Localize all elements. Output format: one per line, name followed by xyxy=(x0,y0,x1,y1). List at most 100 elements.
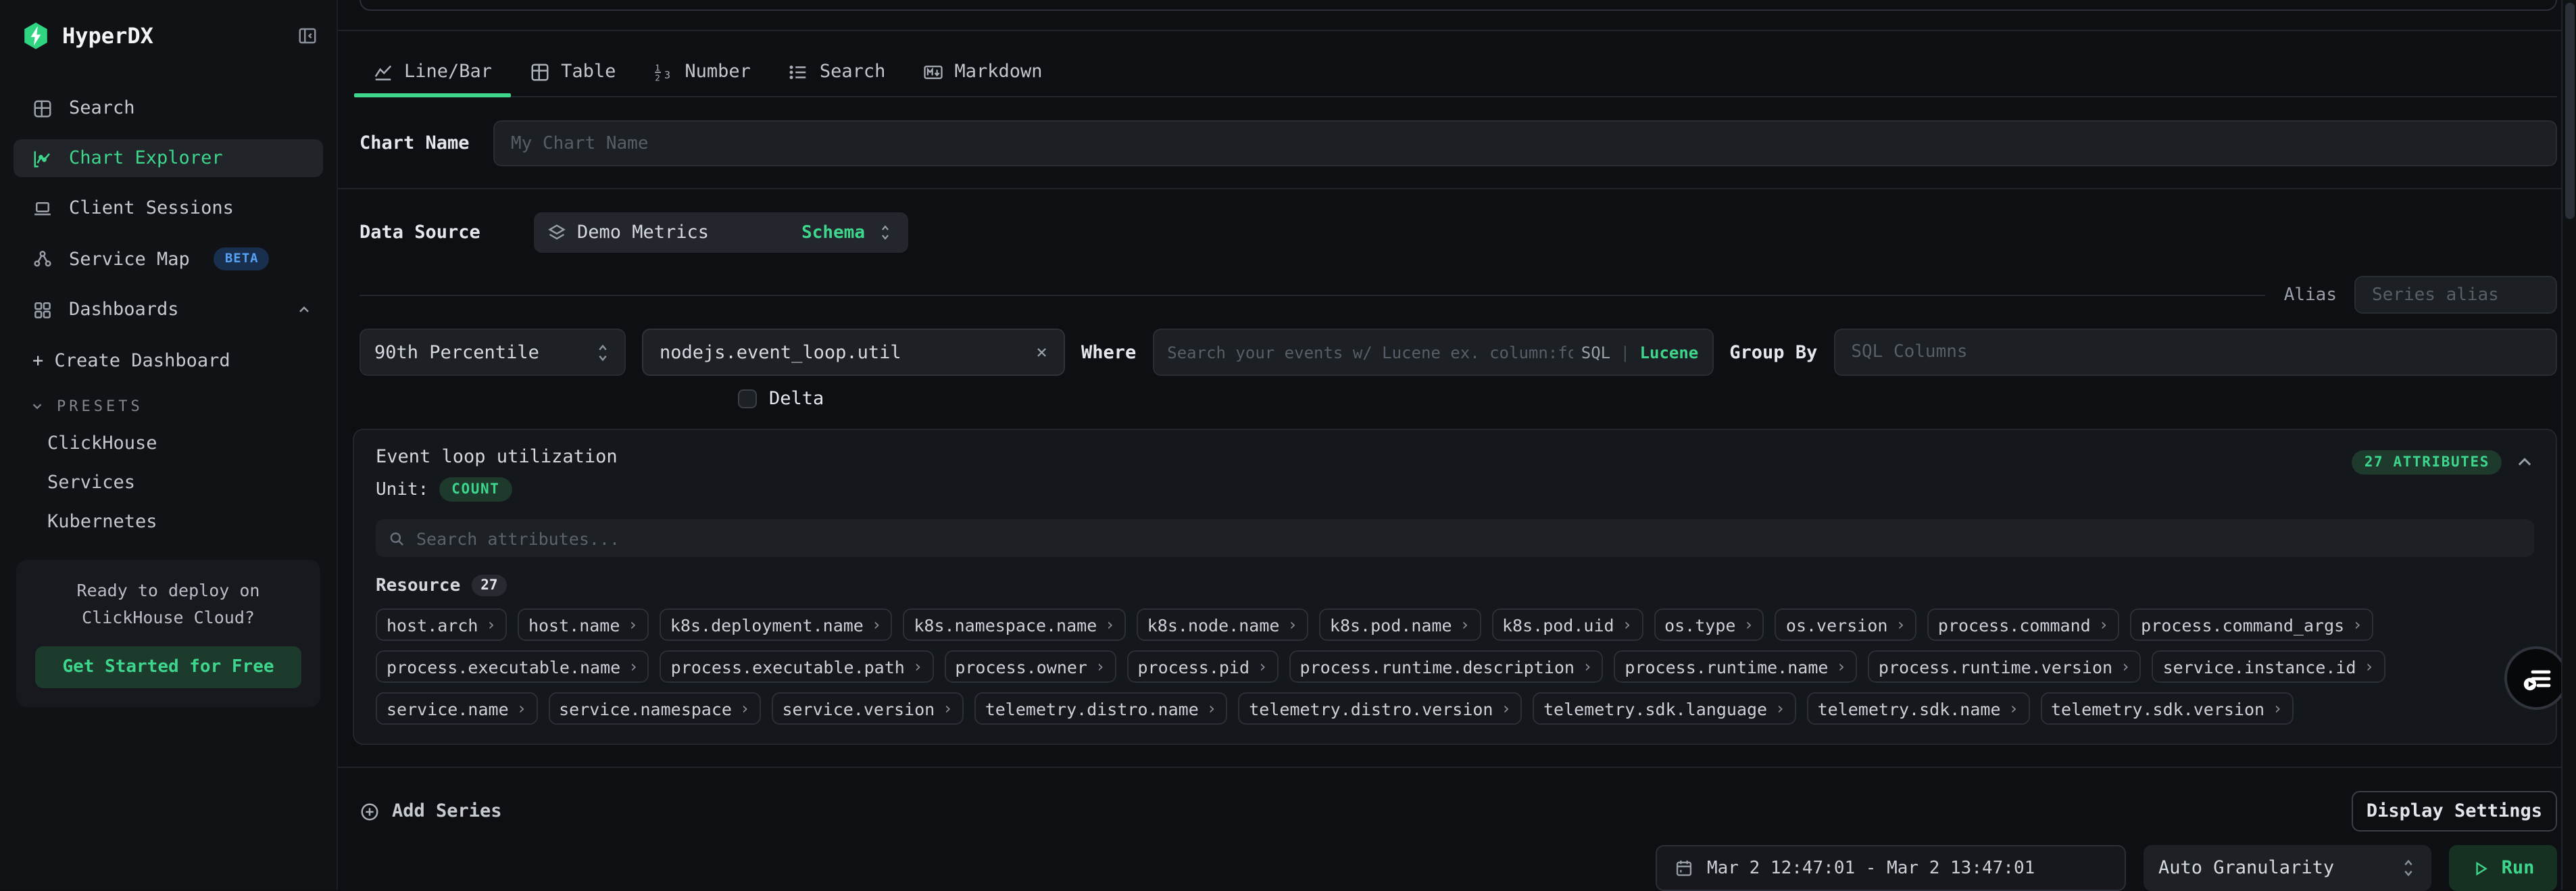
attribute-chip[interactable]: telemetry.distro.version › xyxy=(1238,692,1522,725)
granularity-select[interactable]: Auto Granularity xyxy=(2144,845,2431,891)
chevron-updown-icon xyxy=(2400,857,2417,879)
attribute-chip[interactable]: telemetry.sdk.version › xyxy=(2040,692,2294,725)
delta-row: Delta xyxy=(738,388,2561,410)
aggregation-select[interactable]: 90th Percentile xyxy=(360,329,626,376)
attribute-chip-label: service.version xyxy=(782,698,935,719)
number-123-icon: 1 2 3 xyxy=(653,62,674,82)
sidebar-item-service-map[interactable]: Service Map BETA xyxy=(14,239,323,279)
attribute-chip[interactable]: process.runtime.description › xyxy=(1289,650,1604,683)
sidebar-item-search[interactable]: Search xyxy=(14,89,323,127)
presets-header[interactable]: PRESETS xyxy=(30,398,337,415)
create-dashboard-button[interactable]: + Create Dashboard xyxy=(32,350,337,372)
beta-badge: BETA xyxy=(214,247,270,270)
attribute-chip[interactable]: process.runtime.name › xyxy=(1614,650,1857,683)
chevron-right-icon: › xyxy=(2364,657,2374,676)
display-settings-button[interactable]: Display Settings xyxy=(2352,791,2557,832)
markdown-icon xyxy=(923,62,943,82)
attribute-chip[interactable]: k8s.namespace.name › xyxy=(903,608,1125,641)
sql-option[interactable]: SQL xyxy=(1581,343,1610,362)
attribute-chip[interactable]: process.executable.path › xyxy=(660,650,934,683)
preset-item[interactable]: Services xyxy=(47,472,337,493)
attribute-chip[interactable]: process.executable.name › xyxy=(376,650,649,683)
attribute-chip[interactable]: process.owner › xyxy=(944,650,1116,683)
attributes-search-field[interactable] xyxy=(376,519,2534,557)
scrollbar-thumb[interactable] xyxy=(2565,3,2575,219)
attribute-chip-label: host.name xyxy=(528,615,620,635)
run-button[interactable]: Run xyxy=(2449,845,2557,891)
chart-name-row: Chart Name xyxy=(360,120,2557,166)
tab-search[interactable]: Search xyxy=(770,49,905,96)
attribute-chip[interactable]: process.pid › xyxy=(1126,650,1278,683)
attribute-chip[interactable]: process.command_args › xyxy=(2130,608,2373,641)
presets-list: ClickHouse Services Kubernetes xyxy=(0,433,337,533)
bottom-bar: Mar 2 12:47:01 - Mar 2 13:47:01 Auto Gra… xyxy=(360,845,2557,891)
attribute-chip[interactable]: process.runtime.version › xyxy=(1868,650,2141,683)
sidebar-collapse-icon[interactable] xyxy=(297,26,318,46)
tab-number[interactable]: 1 2 3 Number xyxy=(635,49,770,96)
metric-field[interactable]: nodejs.event_loop.util × xyxy=(642,329,1065,376)
get-started-button[interactable]: Get Started for Free xyxy=(35,646,301,688)
delta-checkbox[interactable] xyxy=(738,389,757,408)
schema-link[interactable]: Schema xyxy=(801,222,865,243)
attribute-chip-label: service.namespace xyxy=(559,698,732,719)
sidebar-item-dashboards[interactable]: Dashboards xyxy=(14,291,323,329)
dashboards-icon xyxy=(32,299,53,320)
chevron-right-icon: › xyxy=(486,615,495,634)
tab-markdown[interactable]: Markdown xyxy=(904,49,1061,96)
calendar-icon xyxy=(1675,859,1693,877)
data-source-select[interactable]: Demo Metrics Schema xyxy=(534,212,908,253)
sidebar-item-chart-explorer[interactable]: Chart Explorer xyxy=(14,139,323,177)
chart-name-input[interactable] xyxy=(493,120,2557,166)
attribute-chip[interactable]: os.version › xyxy=(1775,608,1916,641)
sidebar: HyperDX Search Char xyxy=(0,0,338,890)
remove-metric-button[interactable]: × xyxy=(1036,341,1047,363)
attribute-chip[interactable]: telemetry.sdk.name › xyxy=(1807,692,2029,725)
chevron-right-icon: › xyxy=(1105,615,1114,634)
series-alias-input[interactable] xyxy=(2354,276,2557,314)
attribute-chip-label: host.arch xyxy=(387,615,478,635)
lucene-option[interactable]: Lucene xyxy=(1640,343,1699,362)
attribute-chip[interactable]: host.arch › xyxy=(376,608,507,641)
where-search-field[interactable]: SQL | Lucene xyxy=(1152,329,1713,376)
chevron-right-icon: › xyxy=(517,699,526,718)
where-label: Where xyxy=(1081,341,1136,363)
attribute-chip[interactable]: k8s.node.name › xyxy=(1137,608,1308,641)
vertical-scrollbar xyxy=(2561,0,2576,890)
tab-label: Number xyxy=(685,61,751,82)
attribute-chip[interactable]: k8s.deployment.name › xyxy=(660,608,892,641)
attributes-search-input[interactable] xyxy=(416,528,2522,548)
attribute-chip[interactable]: service.instance.id › xyxy=(2152,650,2385,683)
tab-table[interactable]: Table xyxy=(511,49,635,96)
attribute-chip[interactable]: host.name › xyxy=(518,608,649,641)
attribute-chip[interactable]: process.command › xyxy=(1927,608,2119,641)
tab-line-bar[interactable]: Line/Bar xyxy=(354,49,511,96)
chevron-right-icon: › xyxy=(2009,699,2018,718)
attribute-chip[interactable]: os.type › xyxy=(1654,608,1764,641)
attribute-chip[interactable]: k8s.pod.name › xyxy=(1319,608,1481,641)
add-series-button[interactable]: Add Series xyxy=(360,800,502,822)
data-source-row: Data Source Demo Metrics Schema xyxy=(360,212,2557,253)
attribute-chip[interactable]: service.namespace › xyxy=(548,692,760,725)
attribute-chip[interactable]: service.name › xyxy=(376,692,537,725)
attribute-chip[interactable]: telemetry.sdk.language › xyxy=(1533,692,1796,725)
changelog-widget-button[interactable] xyxy=(2504,646,2568,710)
chevron-updown-icon xyxy=(595,341,611,363)
preset-item[interactable]: ClickHouse xyxy=(47,433,337,454)
chevron-right-icon: › xyxy=(2121,657,2130,676)
sidebar-nav: Search Chart Explorer Client Sessions xyxy=(0,89,337,329)
where-search-input[interactable] xyxy=(1167,343,1573,362)
chart-explorer-icon xyxy=(32,148,53,168)
attribute-chip[interactable]: service.version › xyxy=(771,692,963,725)
panel-header: Event loop utilization Unit: COUNT 27 AT… xyxy=(376,446,2534,502)
chevron-right-icon: › xyxy=(913,657,922,676)
attribute-chip[interactable]: k8s.pod.uid › xyxy=(1491,608,1643,641)
attribute-chip[interactable]: telemetry.distro.name › xyxy=(974,692,1228,725)
preset-item[interactable]: Kubernetes xyxy=(47,511,337,533)
collapse-panel-chevron-up-icon[interactable] xyxy=(2515,453,2534,472)
svg-text:3: 3 xyxy=(664,68,670,80)
sidebar-item-client-sessions[interactable]: Client Sessions xyxy=(14,189,323,227)
unit-row: Unit: COUNT xyxy=(376,477,2352,502)
time-range-picker[interactable]: Mar 2 12:47:01 - Mar 2 13:47:01 xyxy=(1656,845,2126,891)
data-source-label: Data Source xyxy=(360,222,534,243)
group-by-input[interactable] xyxy=(1833,329,2557,376)
